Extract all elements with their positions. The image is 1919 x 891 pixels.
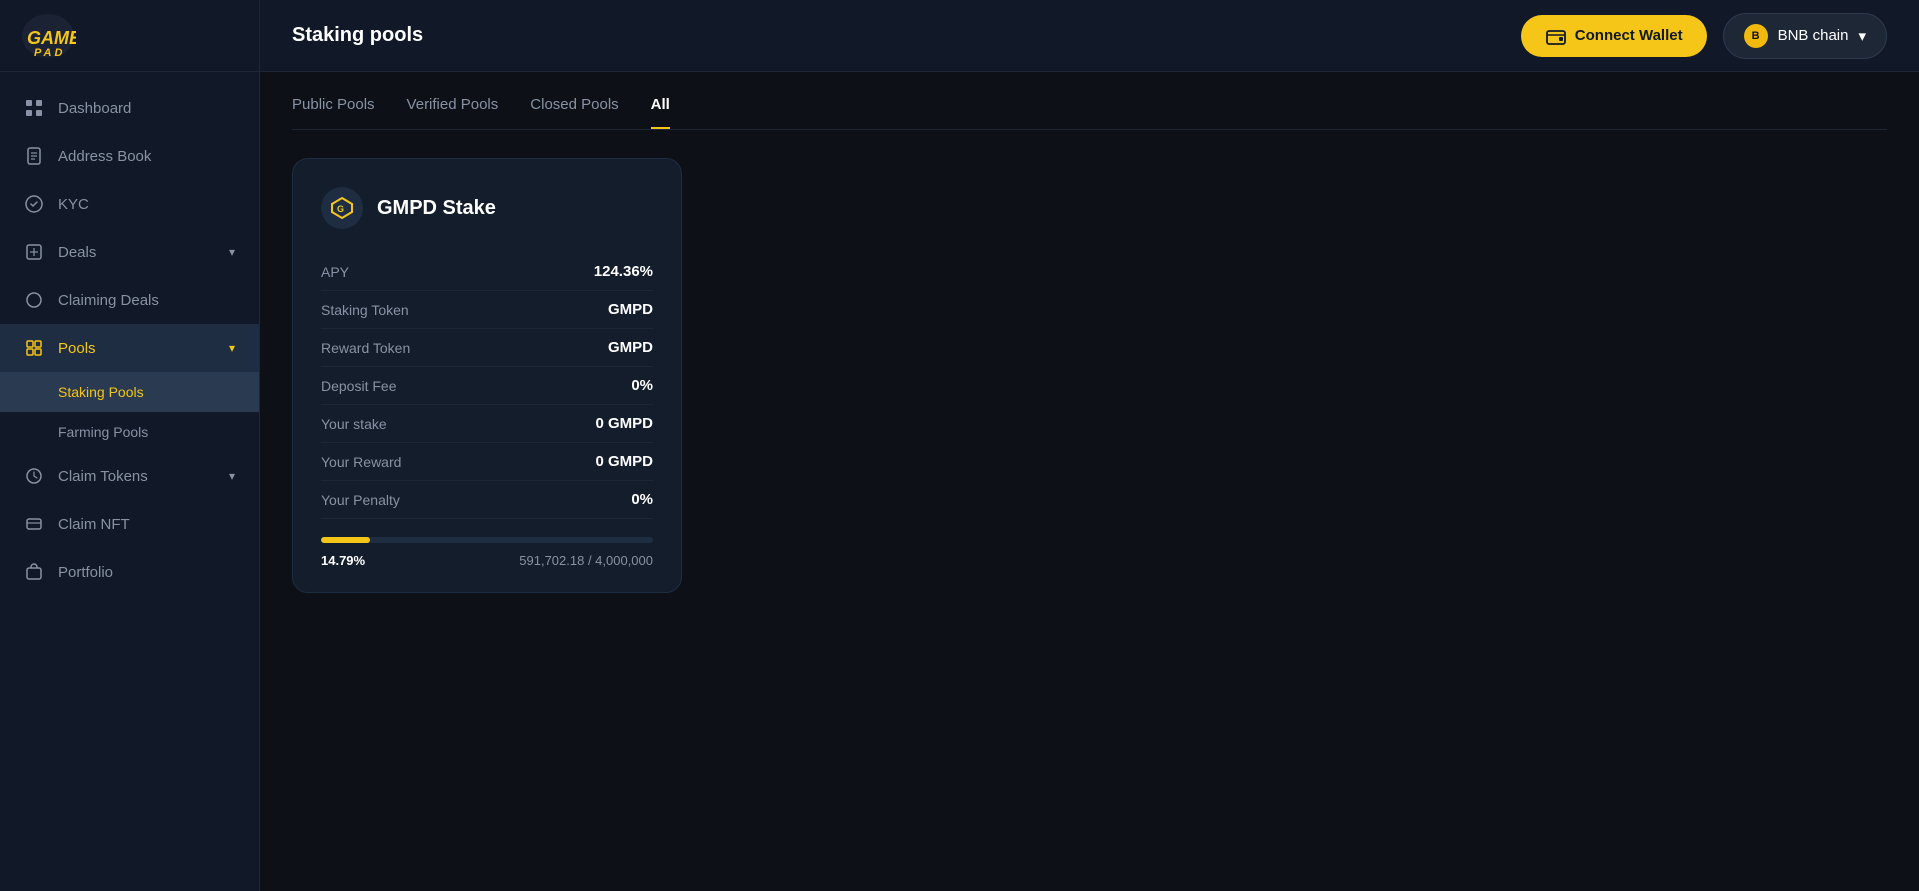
claim-tokens-icon: [24, 466, 44, 486]
pool-card-header: G GMPD Stake: [321, 187, 653, 229]
page-title: Staking pools: [292, 24, 423, 47]
topbar-actions: Connect Wallet B BNB chain ▾: [1521, 13, 1887, 59]
sidebar-item-claiming-deals-label: Claiming Deals: [58, 292, 159, 309]
pool-progress-labels: 14.79% 591,702.18 / 4,000,000: [321, 553, 653, 568]
pool-progress-fill-yellow: [321, 537, 370, 543]
sidebar-item-claim-nft[interactable]: Claim NFT: [0, 500, 259, 548]
tab-verified-pools[interactable]: Verified Pools: [407, 96, 499, 129]
bnb-chain-icon: B: [1744, 24, 1768, 48]
pool-row-reward-token: Reward Token GMPD: [321, 329, 653, 367]
pool-row-your-penalty: Your Penalty 0%: [321, 481, 653, 519]
pool-row-your-reward: Your Reward 0 GMPD: [321, 443, 653, 481]
svg-text:GAMES: GAMES: [27, 28, 76, 48]
deals-chevron-icon: ▾: [229, 245, 235, 259]
pool-token-icon: G: [321, 187, 363, 229]
chain-chevron-icon: ▾: [1858, 27, 1866, 45]
sidebar-item-portfolio[interactable]: Portfolio: [0, 548, 259, 596]
pool-row-staking-token: Staking Token GMPD: [321, 291, 653, 329]
sidebar-item-claiming-deals[interactable]: Claiming Deals: [0, 276, 259, 324]
sidebar-item-staking-pools[interactable]: Staking Pools: [0, 372, 259, 412]
pool-your-stake-label: Your stake: [321, 416, 387, 432]
topbar: Staking pools Connect Wallet B BNB chain…: [260, 0, 1919, 72]
sidebar-item-claim-tokens-label: Claim Tokens: [58, 468, 148, 485]
tab-bar: Public Pools Verified Pools Closed Pools…: [292, 96, 1887, 130]
pool-row-apy: APY 124.36%: [321, 253, 653, 291]
sidebar-item-deals[interactable]: Deals ▾: [0, 228, 259, 276]
portfolio-icon: [24, 562, 44, 582]
main-area: Staking pools Connect Wallet B BNB chain…: [260, 0, 1919, 891]
pool-row-your-stake: Your stake 0 GMPD: [321, 405, 653, 443]
connect-wallet-label: Connect Wallet: [1575, 27, 1683, 44]
chain-selector[interactable]: B BNB chain ▾: [1723, 13, 1887, 59]
claim-nft-icon: [24, 514, 44, 534]
sidebar-item-pools-label: Pools: [58, 340, 96, 357]
sidebar: GAMES PAD Dashboard Address Book KYC: [0, 0, 260, 891]
pool-your-reward-label: Your Reward: [321, 454, 401, 470]
pool-apy-value: 124.36%: [594, 263, 653, 280]
sidebar-item-staking-pools-label: Staking Pools: [58, 384, 144, 400]
sidebar-item-deals-label: Deals: [58, 244, 96, 261]
pool-progress-bar: [321, 537, 653, 543]
pool-staking-token-value: GMPD: [608, 301, 653, 318]
sidebar-item-address-book[interactable]: Address Book: [0, 132, 259, 180]
pool-progress-amounts: 591,702.18 / 4,000,000: [519, 553, 653, 568]
pool-reward-token-label: Reward Token: [321, 340, 410, 356]
sidebar-item-dashboard-label: Dashboard: [58, 100, 131, 117]
claiming-deals-icon: [24, 290, 44, 310]
claim-tokens-chevron-icon: ▾: [229, 469, 235, 483]
pool-progress-section: 14.79% 591,702.18 / 4,000,000: [321, 537, 653, 568]
logo-icon: GAMES PAD: [20, 11, 76, 61]
sidebar-nav: Dashboard Address Book KYC Deals ▾: [0, 72, 259, 891]
pool-name: GMPD Stake: [377, 197, 496, 220]
tab-all[interactable]: All: [651, 96, 670, 129]
connect-wallet-button[interactable]: Connect Wallet: [1521, 15, 1707, 57]
kyc-icon: [24, 194, 44, 214]
chain-label: BNB chain: [1778, 27, 1849, 44]
deals-icon: [24, 242, 44, 262]
sidebar-item-farming-pools-label: Farming Pools: [58, 424, 148, 440]
sidebar-item-portfolio-label: Portfolio: [58, 564, 113, 581]
pools-chevron-icon: ▾: [229, 341, 235, 355]
sidebar-item-claim-tokens[interactable]: Claim Tokens ▾: [0, 452, 259, 500]
pool-progress-pct: 14.79%: [321, 553, 365, 568]
pool-reward-token-value: GMPD: [608, 339, 653, 356]
pool-staking-token-label: Staking Token: [321, 302, 409, 318]
pool-apy-label: APY: [321, 264, 349, 280]
svg-text:G: G: [337, 204, 344, 214]
tab-closed-pools[interactable]: Closed Pools: [530, 96, 618, 129]
pool-deposit-fee-label: Deposit Fee: [321, 378, 396, 394]
sidebar-item-kyc-label: KYC: [58, 196, 89, 213]
sidebar-item-pools[interactable]: Pools ▾: [0, 324, 259, 372]
pools-icon: [24, 338, 44, 358]
sidebar-item-claim-nft-label: Claim NFT: [58, 516, 130, 533]
wallet-icon: [1545, 25, 1567, 47]
sidebar-item-farming-pools[interactable]: Farming Pools: [0, 412, 259, 452]
pool-card: G GMPD Stake APY 124.36% Staking Token G…: [292, 158, 682, 593]
tab-public-pools[interactable]: Public Pools: [292, 96, 375, 129]
address-book-icon: [24, 146, 44, 166]
pool-your-reward-value: 0 GMPD: [595, 453, 653, 470]
svg-text:PAD: PAD: [34, 47, 65, 59]
pool-your-penalty-label: Your Penalty: [321, 492, 400, 508]
pool-row-deposit-fee: Deposit Fee 0%: [321, 367, 653, 405]
sidebar-item-address-book-label: Address Book: [58, 148, 151, 165]
sidebar-item-kyc[interactable]: KYC: [0, 180, 259, 228]
pool-deposit-fee-value: 0%: [631, 377, 653, 394]
content-area: Public Pools Verified Pools Closed Pools…: [260, 72, 1919, 891]
pool-your-penalty-value: 0%: [631, 491, 653, 508]
pool-your-stake-value: 0 GMPD: [595, 415, 653, 432]
logo-area: GAMES PAD: [0, 0, 259, 72]
sidebar-item-dashboard[interactable]: Dashboard: [0, 84, 259, 132]
grid-icon: [24, 98, 44, 118]
